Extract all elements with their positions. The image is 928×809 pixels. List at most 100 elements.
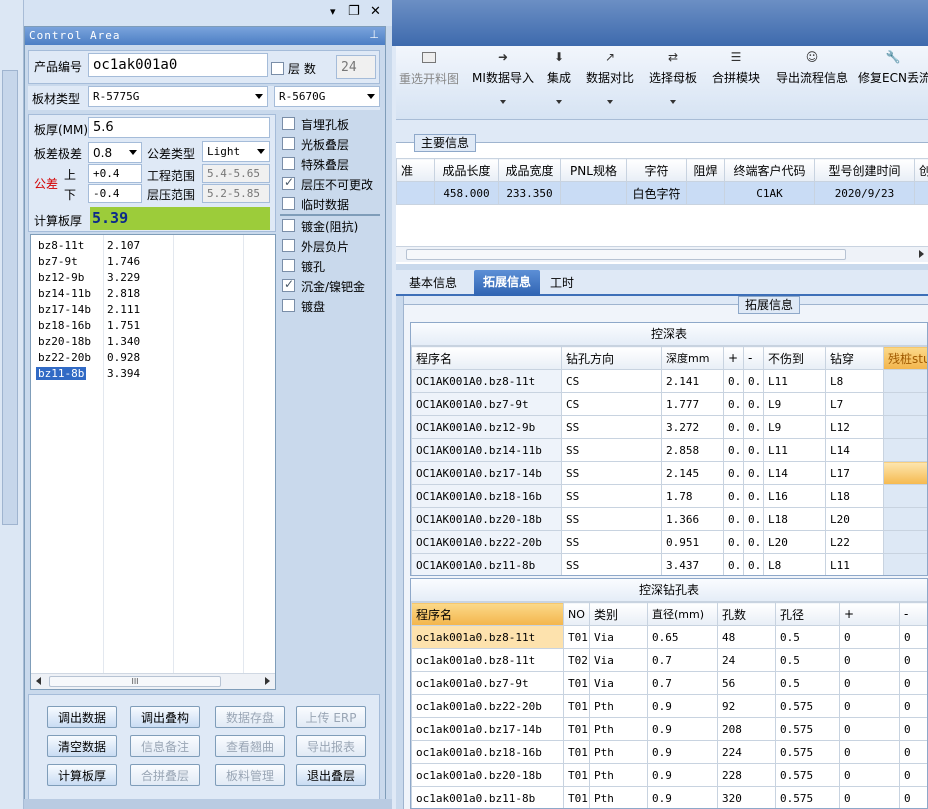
- list-item[interactable]: bz18-16b 1.751: [31, 318, 275, 334]
- restore-icon[interactable]: ❐: [348, 4, 360, 19]
- action-button-1[interactable]: 调出叠构: [130, 706, 200, 728]
- action-button-10[interactable]: 板料管理: [215, 764, 285, 786]
- col-header-more[interactable]: 创: [914, 158, 928, 182]
- action-button-0[interactable]: 调出数据: [47, 706, 117, 728]
- action-button-3[interactable]: 上传 ERP: [296, 706, 366, 728]
- scroll-left-arrow[interactable]: [36, 677, 41, 685]
- action-button-2[interactable]: 数据存盘: [215, 706, 285, 728]
- table-row[interactable]: oc1ak001a0.bz18-16b T01 Pth 0.9 224 0.575 0 0: [411, 740, 927, 764]
- col-header-direction[interactable]: 钻孔方向: [561, 346, 662, 370]
- col-header-customer[interactable]: 终端客户代码: [724, 158, 815, 182]
- eng-range-input[interactable]: 5.4-5.65: [202, 164, 270, 183]
- table-row[interactable]: OC1AK001A0.bz8-11tCS2.1410..0..L11L8: [411, 369, 927, 393]
- product-no-input[interactable]: oc1ak001a0: [88, 53, 268, 77]
- col-header-created[interactable]: 型号创建时间: [814, 158, 915, 182]
- col-header-depth[interactable]: 深度mm: [661, 346, 724, 370]
- list-item[interactable]: bz7-9t 1.746: [31, 254, 275, 270]
- toolbar-item-merge[interactable]: ☰ 合拼模块: [708, 50, 764, 110]
- scroll-right-arrow[interactable]: [919, 250, 924, 258]
- table-row[interactable]: OC1AK001A0.bz11-8bSS3.4370..0..L8L11: [411, 553, 927, 575]
- col-header-minus[interactable]: -: [743, 346, 764, 370]
- table-row[interactable]: oc1ak001a0.bz22-20b T01 Pth 0.9 92 0.575 0 0: [411, 694, 927, 718]
- table-row[interactable]: OC1AK001A0.bz14-11bSS2.8580..0..L11L14: [411, 438, 927, 462]
- list-item[interactable]: bz22-20b 0.928: [31, 350, 275, 366]
- col-header-program[interactable]: 程序名: [411, 346, 562, 370]
- list-item[interactable]: bz14-11b 2.818: [31, 286, 275, 302]
- col-header-hole-count[interactable]: 孔数: [717, 602, 776, 626]
- action-button-8[interactable]: 计算板厚: [47, 764, 117, 786]
- close-icon[interactable]: ✕: [370, 4, 381, 19]
- toolbar-item-compare[interactable]: ↗ 数据对比: [582, 50, 638, 110]
- option-checkbox[interactable]: [282, 137, 295, 150]
- table-row[interactable]: OC1AK001A0.bz18-16bSS1.780..0..L16L18: [411, 484, 927, 508]
- upper-tolerance-input[interactable]: +0.4: [88, 164, 142, 183]
- option-options2-1[interactable]: 外层负片: [282, 236, 349, 256]
- list-item[interactable]: bz8-11t 2.107: [31, 238, 275, 254]
- toolbar-item-reselect[interactable]: 重选开料图: [396, 50, 462, 110]
- table-row[interactable]: oc1ak001a0.bz17-14b T01 Pth 0.9 208 0.575 0 0: [411, 717, 927, 741]
- tab-ext-info[interactable]: 拓展信息: [474, 270, 540, 296]
- list-item[interactable]: bz11-8b 3.394: [31, 366, 275, 382]
- toolbar-item-fix-ecn[interactable]: 🔧 修复ECN丢流: [858, 50, 928, 110]
- option-checkbox[interactable]: [282, 175, 295, 190]
- pin-icon[interactable]: ⊥: [369, 28, 379, 41]
- lower-tolerance-input[interactable]: -0.4: [88, 184, 142, 203]
- table-row[interactable]: OC1AK001A0.bz12-9bSS3.2720..0..L9L12: [411, 415, 927, 439]
- option-options2-4[interactable]: 镀盘: [282, 296, 325, 316]
- action-button-4[interactable]: 清空数据: [47, 735, 117, 757]
- col-header-minus[interactable]: -: [899, 602, 927, 626]
- scroll-right-arrow[interactable]: [265, 677, 270, 685]
- table-row[interactable]: OC1AK001A0.bz22-20bSS0.9510..0..L20L22: [411, 530, 927, 554]
- scroll-thumb[interactable]: [406, 249, 846, 260]
- option-checkbox[interactable]: [282, 259, 295, 272]
- col-header-char[interactable]: 字符: [626, 158, 687, 182]
- toolbar-item-select-board[interactable]: ⇄ 选择母板: [644, 50, 702, 110]
- option-options-2[interactable]: 特殊叠层: [282, 154, 349, 174]
- board-type-select[interactable]: R-5775G: [88, 86, 268, 107]
- table-row[interactable]: oc1ak001a0.bz20-18b T01 Pth 0.9 228 0.575 0 0: [411, 763, 927, 787]
- option-checkbox[interactable]: [282, 157, 295, 170]
- vertical-splitter[interactable]: [396, 296, 404, 809]
- option-checkbox[interactable]: [282, 219, 295, 232]
- table-row[interactable]: OC1AK001A0.bz20-18bSS1.3660..0..L18L20: [411, 507, 927, 531]
- table-row[interactable]: 458.000 233.350 白色字符 C1AK 2020/9/23: [396, 181, 928, 205]
- col-header-pnl[interactable]: PNL规格: [560, 158, 627, 182]
- col-header-width[interactable]: 成品宽度: [498, 158, 561, 182]
- col-header-mask[interactable]: 阻焊: [686, 158, 725, 182]
- press-range-input[interactable]: 5.2-5.85: [202, 184, 270, 203]
- list-item[interactable]: bz17-14b 2.111: [31, 302, 275, 318]
- col-header-no-damage[interactable]: 不伤到: [763, 346, 826, 370]
- col-header-plus[interactable]: +: [839, 602, 900, 626]
- list-item[interactable]: bz20-18b 1.340: [31, 334, 275, 350]
- col-header-length[interactable]: 成品长度: [434, 158, 499, 182]
- option-options-4[interactable]: 临时数据: [282, 194, 349, 214]
- col-header-drill-through[interactable]: 钻穿: [825, 346, 884, 370]
- table-row[interactable]: OC1AK001A0.bz17-14bSS2.1450..0..L14L17: [411, 461, 927, 485]
- col-header[interactable]: 准: [396, 158, 435, 182]
- table-row[interactable]: oc1ak001a0.bz7-9t T01 Via 0.7 56 0.5 0 0: [411, 671, 927, 695]
- table-row[interactable]: oc1ak001a0.bz11-8b T01 Pth 0.9 320 0.575 0 0: [411, 786, 927, 808]
- toolbar-item-mi-import[interactable]: ➜ MI数据导入: [468, 50, 538, 110]
- option-checkbox[interactable]: [282, 197, 295, 210]
- tolerance-type-select[interactable]: Light: [202, 141, 270, 162]
- option-options2-0[interactable]: 镀金(阻抗): [282, 216, 358, 236]
- option-checkbox[interactable]: [282, 239, 295, 252]
- option-checkbox[interactable]: [282, 117, 295, 130]
- col-header-type[interactable]: 类别: [589, 602, 648, 626]
- action-button-11[interactable]: 退出叠层: [296, 764, 366, 786]
- tolerance-grade-select[interactable]: 0.8: [88, 142, 142, 163]
- option-options-3[interactable]: 层压不可更改: [282, 174, 373, 194]
- action-button-6[interactable]: 查看翘曲: [215, 735, 285, 757]
- list-item[interactable]: bz12-9b 3.229: [31, 270, 275, 286]
- left-scrollbar[interactable]: [2, 70, 18, 525]
- col-header-plus[interactable]: +: [723, 346, 744, 370]
- option-options2-3[interactable]: 沉金/镍钯金: [282, 276, 365, 296]
- table-row[interactable]: oc1ak001a0.bz8-11t T02 Via 0.7 24 0.5 0 0: [411, 648, 927, 672]
- toolbar-item-export-flow[interactable]: ☺ 导出流程信息: [770, 50, 854, 110]
- action-button-7[interactable]: 导出报表: [296, 735, 366, 757]
- layers-checkbox[interactable]: [271, 62, 284, 75]
- layers-input[interactable]: 24: [336, 55, 376, 79]
- tab-basic-info[interactable]: 基本信息: [404, 272, 462, 294]
- option-options-1[interactable]: 光板叠层: [282, 134, 349, 154]
- col-header-program[interactable]: 程序名: [411, 602, 564, 626]
